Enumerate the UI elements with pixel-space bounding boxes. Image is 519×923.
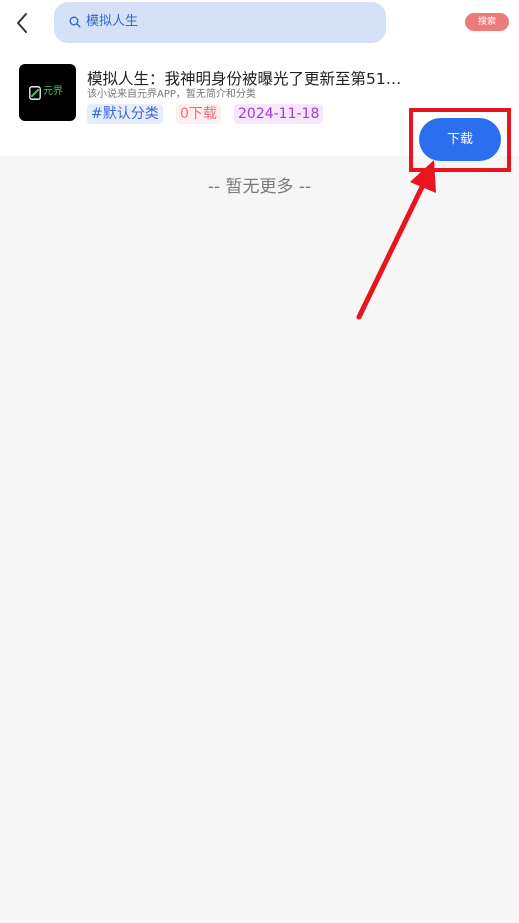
category-tag: #默认分类	[87, 104, 163, 124]
top-bar: 模拟人生 搜索	[0, 0, 519, 46]
back-button[interactable]	[12, 10, 34, 36]
app-title: 模拟人生：我神明身份被曝光了更新至第512章	[87, 70, 405, 88]
app-logo-icon	[29, 86, 41, 100]
no-more-text: -- 暂无更多 --	[207, 177, 312, 197]
search-icon	[69, 16, 81, 28]
search-input[interactable]: 模拟人生	[54, 2, 386, 43]
download-button[interactable]: 下载	[419, 118, 501, 161]
search-result-item[interactable]: 元界 模拟人生：我神明身份被曝光了更新至第512章 该小说来自元界APP，暂无简…	[0, 46, 519, 172]
search-query-text: 模拟人生	[86, 14, 139, 29]
app-icon: 元界	[19, 64, 76, 121]
date-tag: 2024-11-18	[234, 104, 324, 124]
app-logo-text: 元界	[43, 86, 63, 97]
app-description: 该小说来自元界APP，暂无简介和分类	[87, 89, 256, 100]
back-arrow-icon	[17, 13, 27, 33]
search-button[interactable]: 搜索	[465, 13, 509, 31]
download-count-tag: 0下载	[176, 104, 221, 124]
